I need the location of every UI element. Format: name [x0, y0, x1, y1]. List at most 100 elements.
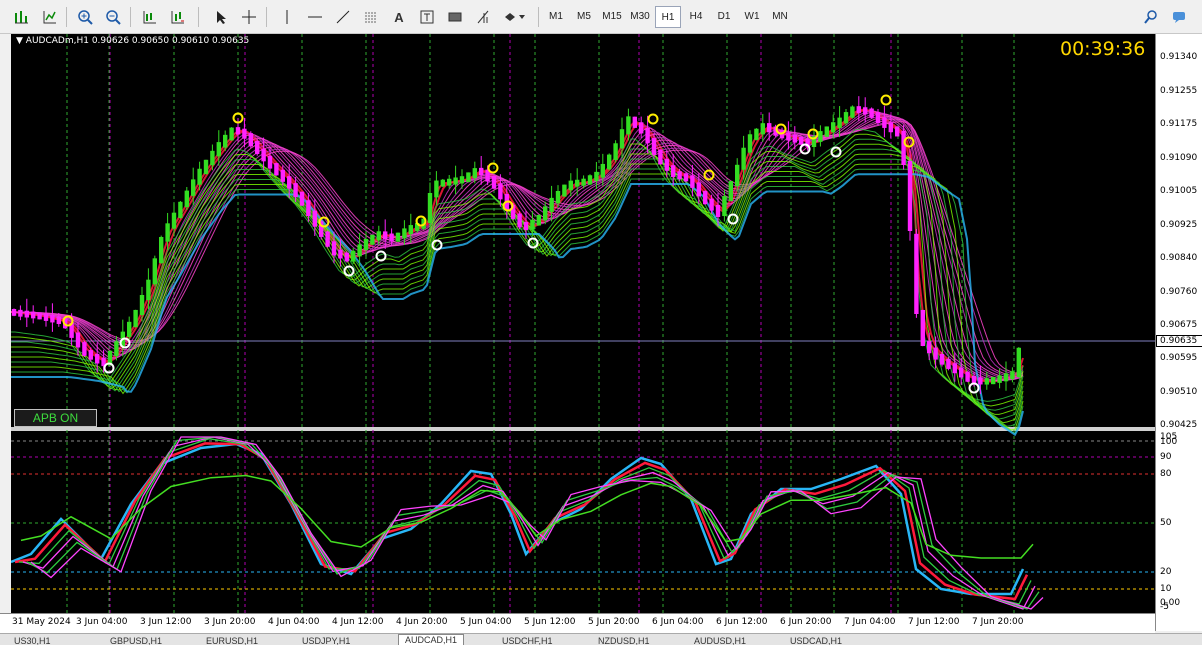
candle-body	[863, 107, 868, 115]
text-tool-icon[interactable]: A	[388, 6, 410, 28]
fibonacci-icon[interactable]	[472, 6, 494, 28]
signal-marker-buy	[431, 239, 443, 251]
price-tick-label: 0.90675	[1160, 320, 1198, 330]
candle-body	[715, 205, 721, 217]
timeframe-m1[interactable]: M1	[543, 6, 569, 28]
chart-tab[interactable]: AUDCAD,H1	[398, 634, 465, 645]
candle-body	[613, 143, 618, 160]
candle-body	[927, 341, 932, 354]
chart-tab[interactable]: EURUSD,H1	[206, 636, 258, 645]
candle-body	[152, 258, 157, 285]
candle-body	[255, 140, 260, 155]
chart-tab[interactable]: AUDUSD,H1	[694, 636, 746, 645]
timeframe-d1[interactable]: D1	[711, 6, 737, 28]
time-tick-label: 5 Jun 12:00	[524, 617, 576, 627]
chart-tab[interactable]: US30,H1	[14, 636, 51, 645]
candle-body	[287, 176, 292, 189]
ma-support-line	[11, 138, 1024, 411]
zoom-in-icon[interactable]	[74, 6, 96, 28]
crosshair-icon[interactable]	[238, 6, 260, 28]
price-tick-label: 0.90510	[1160, 387, 1198, 397]
candle-body	[159, 237, 164, 263]
timeframe-h1[interactable]: H1	[655, 6, 681, 28]
pane-separator	[11, 427, 1155, 431]
trendline-icon[interactable]	[332, 6, 354, 28]
time-tick-label: 3 Jun 20:00	[204, 617, 256, 627]
timeframe-h4[interactable]: H4	[683, 6, 709, 28]
time-tick-label: 4 Jun 20:00	[396, 617, 448, 627]
candle-body	[11, 309, 17, 316]
timeframe-m5[interactable]: M5	[571, 6, 597, 28]
chart-shift-icon[interactable]	[138, 6, 160, 28]
time-axis[interactable]: 31 May 2024 3 Jun 04:00 3 Jun 12:00 3 Jun 2…	[0, 613, 1155, 633]
vertical-line-icon[interactable]	[276, 6, 298, 28]
chart-tab[interactable]: USDCAD,H1	[790, 636, 842, 645]
auto-scroll-icon[interactable]	[166, 6, 188, 28]
candle-body	[754, 128, 759, 140]
apb-toggle-button[interactable]: APB ON	[14, 409, 97, 427]
candle-body	[530, 219, 535, 230]
candle-body	[427, 193, 433, 223]
price-tick-label: 0.91255	[1160, 86, 1198, 96]
candle-body	[984, 378, 989, 385]
candle-body	[575, 179, 580, 187]
candle-body	[274, 163, 279, 176]
timeframe-m15[interactable]: M15	[599, 6, 625, 28]
candle-body	[799, 136, 804, 145]
candle-body	[402, 228, 407, 239]
candle-body	[555, 191, 561, 204]
candle-body	[479, 167, 484, 176]
time-tick-label: 4 Jun 12:00	[332, 617, 384, 627]
candle-body	[139, 295, 145, 315]
timeframe-m30[interactable]: M30	[627, 6, 653, 28]
rectangle-icon[interactable]	[444, 6, 466, 28]
zoom-out-icon[interactable]	[102, 6, 124, 28]
candle-body	[523, 222, 529, 230]
candle-body	[95, 353, 100, 364]
candle-body	[370, 234, 375, 245]
symbol-info: ▼ AUDCADm,H1 0.90626 0.90650 0.90610 0.9…	[16, 36, 250, 46]
time-tick-label: 7 Jun 12:00	[908, 617, 960, 627]
bar-chart-icon[interactable]	[38, 6, 60, 28]
candle-body	[440, 179, 445, 187]
timeframe-w1[interactable]: W1	[739, 6, 765, 28]
candle-body	[325, 231, 330, 247]
horizontal-line-icon[interactable]	[304, 6, 326, 28]
new-chart-icon[interactable]	[10, 6, 32, 28]
search-icon[interactable]	[1140, 6, 1162, 28]
candle-body	[459, 176, 465, 184]
chart-tab[interactable]: USDCHF,H1	[502, 636, 553, 645]
chart-canvas[interactable]	[11, 34, 1155, 631]
symbol-ohlc: AUDCADm,H1 0.90626 0.90650 0.90610 0.906…	[25, 36, 250, 46]
candle-body	[178, 201, 183, 218]
candle-body	[299, 191, 305, 206]
chart-tab[interactable]: NZDUSD,H1	[598, 636, 650, 645]
chart-tab[interactable]: USDJPY,H1	[302, 636, 350, 645]
candle-body	[357, 244, 362, 257]
candle-body	[562, 184, 567, 197]
chart-area[interactable]	[11, 34, 1155, 631]
candle-body	[664, 158, 669, 171]
text-label-icon[interactable]	[416, 6, 438, 28]
candle-body	[978, 377, 983, 385]
candle-body	[722, 196, 727, 217]
chart-tab[interactable]: GBPUSD,H1	[110, 636, 162, 645]
candle-body	[75, 332, 81, 348]
candle-body	[37, 312, 42, 320]
candle-body	[875, 112, 881, 123]
price-axis[interactable]: 0.91340 0.91255 0.91175 0.91090 0.91005 0.909…	[1155, 34, 1202, 631]
candle-body	[639, 122, 644, 134]
chat-icon[interactable]	[1168, 6, 1190, 28]
candle-body	[651, 138, 657, 155]
candle-body	[818, 131, 823, 142]
chart-tabs: US30,H1 GBPUSD,H1 EURUSD,H1 USDJPY,H1 AUDCAD…	[0, 633, 1202, 645]
arrows-menu-icon[interactable]	[500, 6, 530, 28]
channel-icon[interactable]	[360, 6, 382, 28]
candle-body	[837, 117, 842, 128]
timeframe-mn[interactable]: MN	[767, 6, 793, 28]
candle-body	[229, 127, 234, 141]
candle-body	[658, 149, 663, 165]
price-tick-label: 0.91175	[1160, 119, 1198, 129]
oscillator-tick-label: -5	[1160, 602, 1169, 612]
cursor-icon[interactable]	[210, 6, 232, 28]
